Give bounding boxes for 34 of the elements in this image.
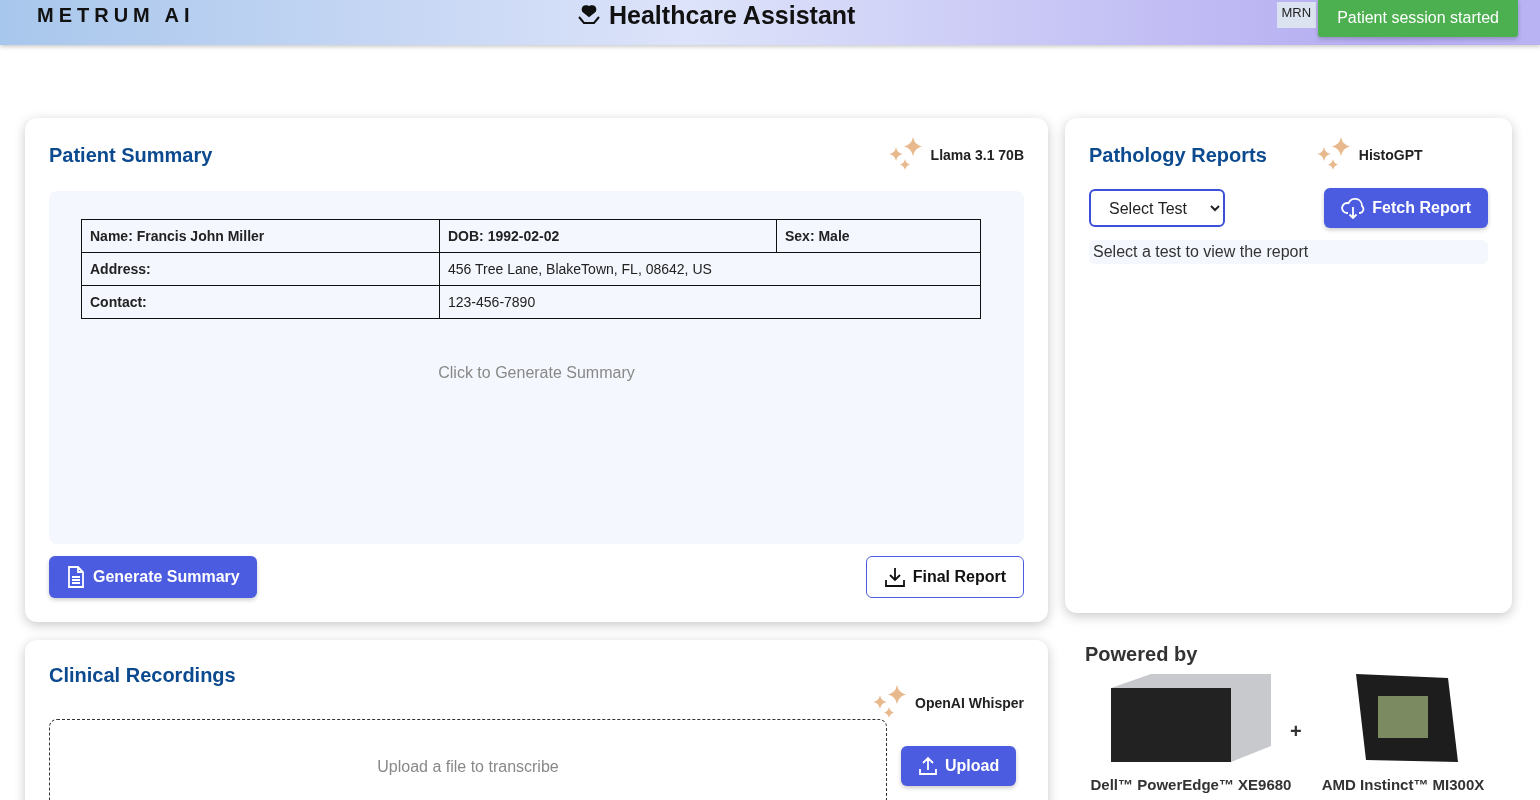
download-icon	[883, 566, 906, 588]
product-name: Dell™ PowerEdge™ XE9680	[1090, 776, 1292, 793]
section-title: Pathology Reports	[1089, 143, 1267, 167]
session-notification: Patient session started	[1318, 0, 1518, 37]
cloud-download-icon	[1341, 197, 1366, 219]
section-title: Clinical Recordings	[49, 664, 236, 687]
model-name: HistoGPT	[1358, 147, 1423, 163]
model-name: Llama 3.1 70B	[930, 147, 1024, 163]
model-name: OpenAI Whisper	[915, 695, 1024, 711]
document-icon	[66, 566, 86, 588]
summary-output-field[interactable]: Name: Francis John Miller DOB: 1992-02-02 Sex: Male Address: 456 Tree Lane, BlakeTown, FL, 08642, US Contact: 123-456-7890 Click to Generate Summary	[49, 191, 1024, 544]
product-name: AMD Instinct™ MI300X	[1321, 776, 1485, 793]
table-cell: Sex: Male	[776, 219, 981, 253]
table-cell: Name: Francis John Miller	[81, 219, 440, 253]
upload-icon	[918, 756, 938, 776]
file-dropzone[interactable]: Upload a file to transcribe	[49, 719, 887, 800]
mrn-label: MRN	[1276, 2, 1317, 28]
app-title: Healthcare Assistant	[609, 1, 856, 30]
logo: METRUM AI	[37, 4, 196, 27]
table-cell: 123-456-7890	[439, 285, 981, 319]
powered-by-heading: Powered by	[1085, 643, 1199, 666]
upload-button[interactable]: Upload	[901, 746, 1017, 786]
section-title: Patient Summary	[49, 143, 213, 167]
table-cell: 456 Tree Lane, BlakeTown, FL, 08642, US	[439, 252, 981, 286]
table-cell: Contact:	[81, 285, 440, 319]
plus-sign: +	[1290, 720, 1302, 743]
fetch-report-button[interactable]: Fetch Report	[1324, 188, 1488, 228]
test-select[interactable]: Select Test	[1089, 189, 1225, 227]
table-cell: Address:	[81, 252, 440, 286]
generate-summary-button[interactable]: Generate Summary	[49, 556, 257, 598]
final-report-button[interactable]: Final Report	[865, 556, 1024, 598]
table-cell: DOB: 1992-02-02	[439, 219, 777, 253]
summary-placeholder: Click to Generate Summary	[437, 364, 636, 382]
report-message: Select a test to view the report	[1089, 240, 1488, 264]
